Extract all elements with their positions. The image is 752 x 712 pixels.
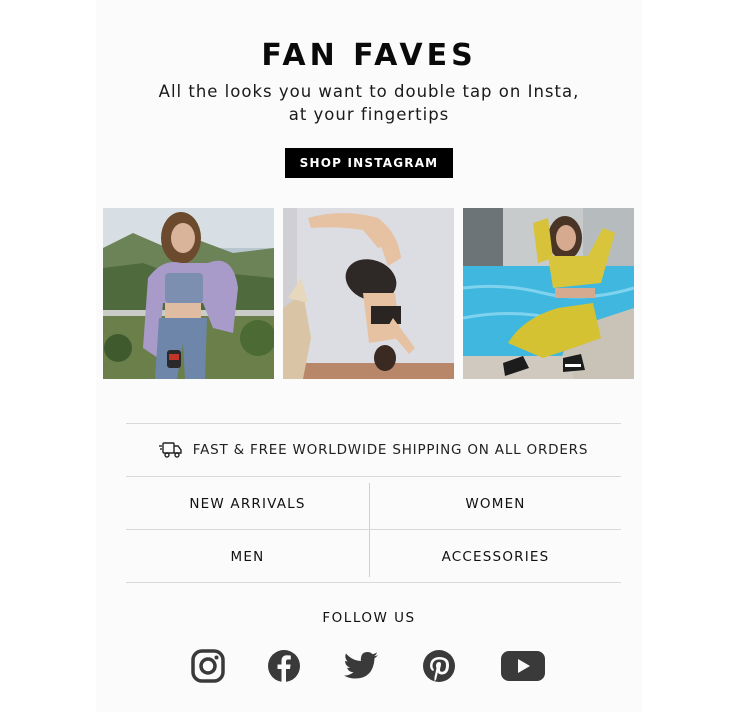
hero-subtitle: All the looks you want to double tap on … <box>96 80 642 126</box>
instagram-photo-2[interactable] <box>283 208 454 379</box>
shop-instagram-button[interactable]: SHOP INSTAGRAM <box>285 148 453 178</box>
email-body: FAN FAVES All the looks you want to doub… <box>96 0 642 712</box>
nav-women[interactable]: WOMEN <box>370 477 621 530</box>
woman-pool-photo <box>463 208 634 379</box>
hero-subtitle-line2: at your fingertips <box>288 105 450 124</box>
nav-new-arrivals[interactable]: NEW ARRIVALS <box>126 477 369 530</box>
nav-accessories[interactable]: ACCESSORIES <box>370 530 621 583</box>
shipping-text: FAST & FREE WORLDWIDE SHIPPING ON ALL OR… <box>192 442 589 458</box>
youtube-link[interactable] <box>499 648 547 684</box>
pinterest-link[interactable] <box>421 648 457 684</box>
facebook-icon <box>268 650 300 682</box>
facebook-link[interactable] <box>266 648 302 684</box>
twitter-link[interactable] <box>343 648 379 684</box>
category-nav: NEW ARRIVALS WOMEN MEN ACCESSORIES <box>126 477 621 583</box>
pinterest-icon <box>423 650 455 682</box>
delivery-truck-icon <box>158 442 182 458</box>
woman-headstand-photo <box>283 208 454 379</box>
instagram-photo-3[interactable] <box>463 208 634 379</box>
instagram-icon <box>191 649 225 683</box>
hero-subtitle-line1: All the looks you want to double tap on … <box>158 82 580 101</box>
hero-title: FAN FAVES <box>261 38 477 73</box>
instagram-photo-1[interactable] <box>103 208 274 379</box>
youtube-icon <box>501 651 545 681</box>
woman-mountain-photo <box>103 208 274 379</box>
nav-men[interactable]: MEN <box>126 530 369 583</box>
follow-us-heading: FOLLOW US <box>322 610 416 626</box>
shipping-banner: FAST & FREE WORLDWIDE SHIPPING ON ALL OR… <box>126 423 621 477</box>
instagram-link[interactable] <box>190 648 226 684</box>
twitter-icon <box>344 652 378 679</box>
